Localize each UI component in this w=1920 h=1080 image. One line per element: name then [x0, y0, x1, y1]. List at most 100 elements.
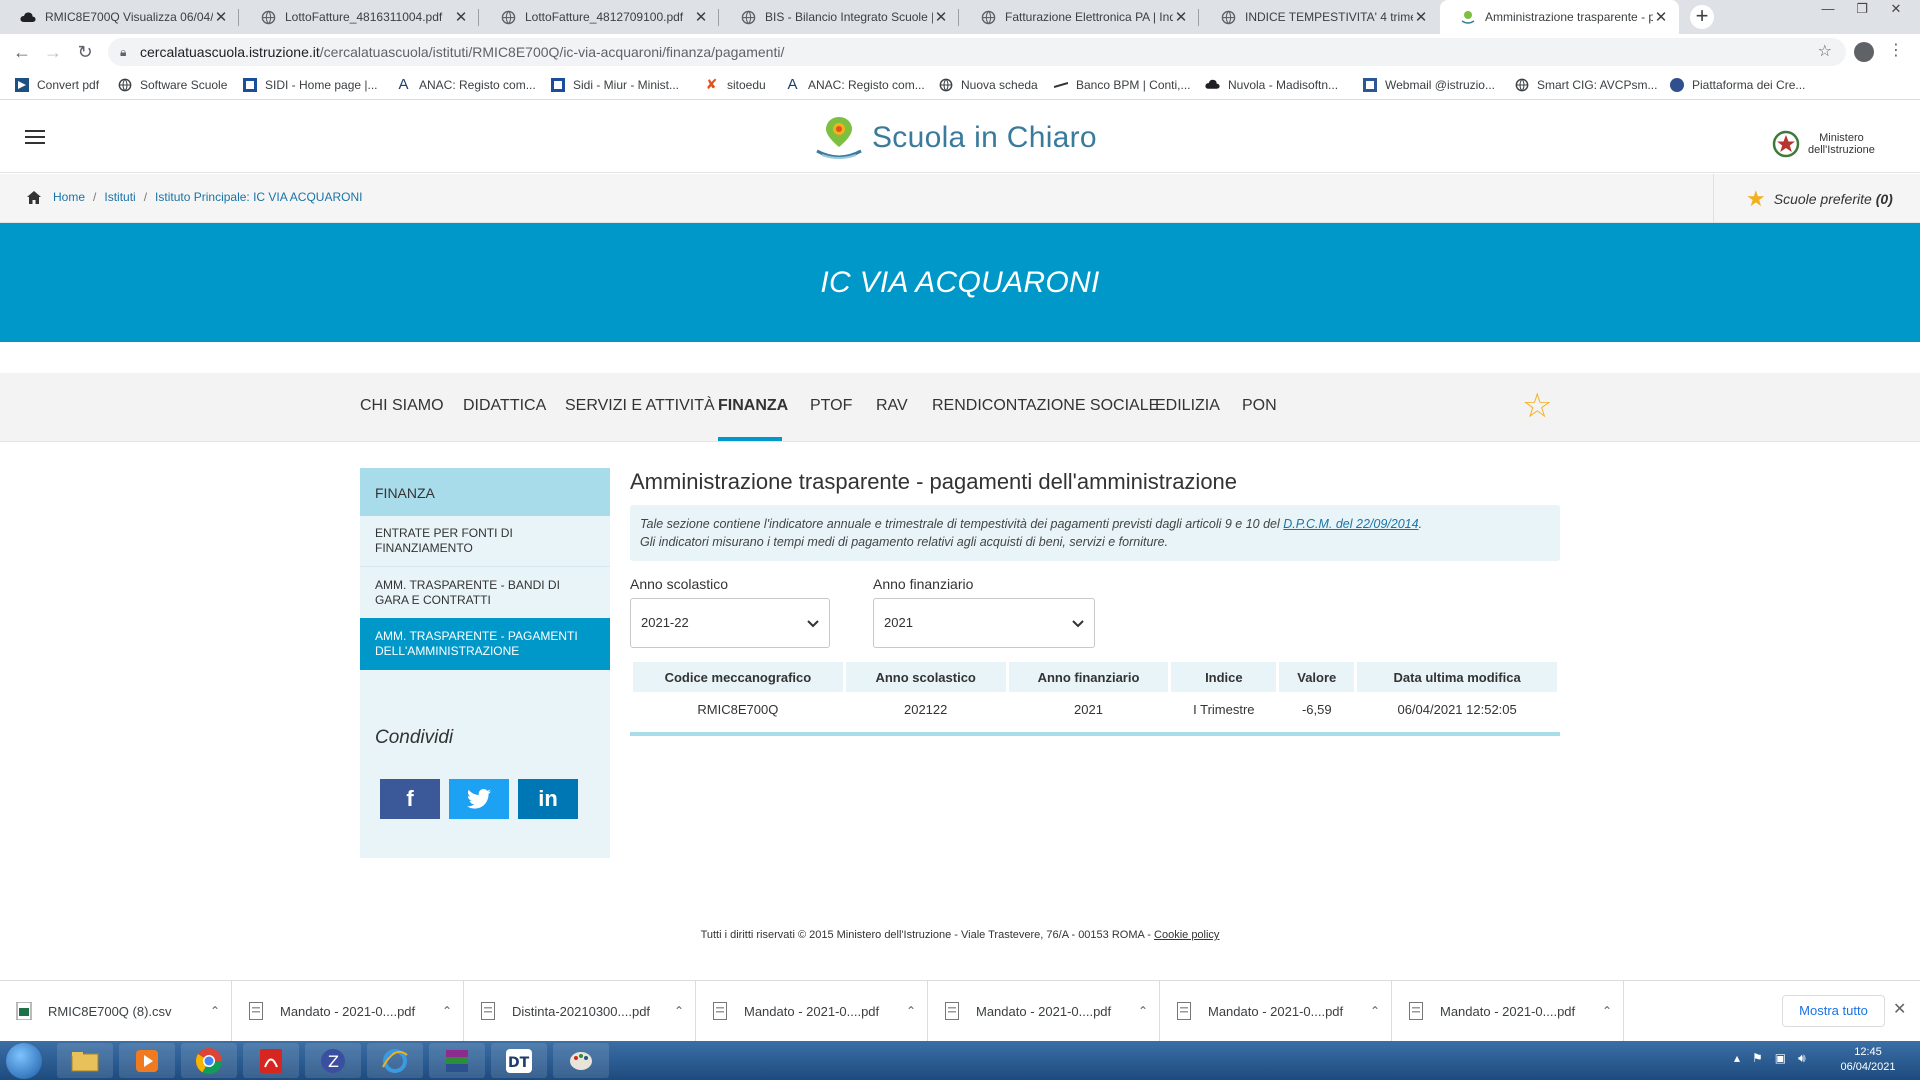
bookmark-item[interactable]: A ANAC: Registo com...	[396, 76, 535, 93]
tab-close-icon[interactable]: ✕	[933, 8, 949, 26]
back-icon[interactable]: ←	[10, 40, 34, 64]
bookmark-item[interactable]: Webmail @istruzio...	[1362, 77, 1495, 92]
dt-taskbar-icon[interactable]: DT	[491, 1043, 547, 1078]
nav-ptof[interactable]: PTOF	[810, 397, 852, 415]
tab-close-icon[interactable]: ✕	[1653, 8, 1669, 26]
bookmark-item[interactable]: Banco BPM | Conti,...	[1053, 77, 1191, 92]
linkedin-share-button[interactable]: in	[518, 779, 578, 819]
bookmark-item[interactable]: ✘ sitoedu	[704, 76, 766, 92]
nav-rav[interactable]: RAV	[876, 397, 908, 415]
chevron-up-icon[interactable]: ⌃	[442, 1004, 464, 1018]
tab-close-icon[interactable]: ✕	[693, 8, 709, 26]
anac-icon: A	[787, 76, 798, 93]
chevron-up-icon[interactable]: ⌃	[210, 1004, 232, 1018]
explorer-taskbar-icon[interactable]	[57, 1043, 113, 1078]
bookmark-item[interactable]: Nuvola - Madisoftn...	[1205, 77, 1338, 92]
bookmark-item[interactable]: Convert pdf	[14, 77, 99, 92]
sidebar-item-entrate[interactable]: ENTRATE PER FONTI DI FINANZIAMENTO	[360, 516, 610, 566]
bookmark-item[interactable]: SIDI - Home page |...	[242, 77, 378, 92]
home-icon[interactable]	[27, 190, 41, 204]
facebook-share-button[interactable]: f	[380, 779, 440, 819]
nav-rendicontazione-sociale[interactable]: RENDICONTAZIONE SOCIALE	[932, 397, 1159, 415]
bookmark-item[interactable]: Nuova scheda	[938, 77, 1038, 92]
paint-taskbar-icon[interactable]	[553, 1043, 609, 1078]
sidebar-item-pagamenti[interactable]: AMM. TRASPARENTE - PAGAMENTI DELL'AMMINI…	[360, 618, 610, 670]
chevron-up-icon[interactable]: ⌃	[1370, 1004, 1392, 1018]
download-item[interactable]: Mandato - 2021-0....pdf ⌃	[928, 981, 1160, 1041]
download-item[interactable]: Mandato - 2021-0....pdf ⌃	[1160, 981, 1392, 1041]
ie-taskbar-icon[interactable]	[367, 1043, 423, 1078]
chevron-up-icon[interactable]: ⌃	[906, 1004, 928, 1018]
chevron-up-icon[interactable]: ⌃	[1138, 1004, 1160, 1018]
tab-close-icon[interactable]: ✕	[453, 8, 469, 26]
acrobat-taskbar-icon[interactable]	[243, 1043, 299, 1078]
nav-finanza[interactable]: FINANZA	[718, 397, 788, 415]
nav-chi-siamo[interactable]: CHI SIAMO	[360, 397, 444, 415]
twitter-share-button[interactable]: t	[449, 779, 509, 819]
tab-close-icon[interactable]: ✕	[213, 8, 229, 26]
action-center-flag-icon[interactable]: ⚑	[1752, 1051, 1763, 1066]
bookmark-star-icon[interactable]: ☆	[1818, 38, 1832, 66]
browser-tab[interactable]: LottoFatture_4812709100.pdf ✕	[480, 0, 719, 34]
show-all-downloads-button[interactable]: Mostra tutto	[1782, 995, 1885, 1027]
download-item[interactable]: Mandato - 2021-0....pdf ⌃	[232, 981, 464, 1041]
bookmark-item[interactable]: Software Scuole	[117, 77, 227, 92]
start-button[interactable]	[6, 1043, 42, 1079]
reload-icon[interactable]: ↻	[73, 40, 97, 64]
media-player-taskbar-icon[interactable]	[119, 1043, 175, 1078]
chrome-taskbar-icon[interactable]	[181, 1043, 237, 1078]
nav-servizi-e-attivita[interactable]: SERVIZI E ATTIVITÀ	[565, 397, 715, 415]
url-input[interactable]: 🔒︎ cercalatuascuola.istruzione.it/cercal…	[108, 38, 1846, 66]
anno-scolastico-select[interactable]: 2021-22	[630, 598, 830, 648]
bookmark-item[interactable]: Sidi - Miur - Minist...	[550, 77, 679, 92]
browser-tab[interactable]: INDICE TEMPESTIVITA' 4 trimestr ✕	[1200, 0, 1439, 34]
taskbar-clock[interactable]: 12:45 06/04/2021	[1833, 1045, 1903, 1075]
close-download-shelf-icon[interactable]: ✕	[1893, 999, 1906, 1019]
breadcrumb-istituto[interactable]: Istituto Principale: IC VIA ACQUARONI	[155, 190, 362, 204]
forward-icon[interactable]: →	[41, 40, 65, 64]
download-item[interactable]: RMIC8E700Q (8).csv ⌃	[0, 981, 232, 1041]
download-filename: Mandato - 2021-0....pdf	[280, 1003, 416, 1019]
browser-tab[interactable]: BIS - Bilancio Integrato Scuole | ✕	[720, 0, 959, 34]
scuole-preferite-button[interactable]: ★ Scuole preferite (0)	[1713, 174, 1920, 223]
anno-finanziario-select[interactable]: 2021	[873, 598, 1095, 648]
cookie-policy-link[interactable]: Cookie policy	[1154, 929, 1219, 941]
favorite-star-icon[interactable]: ☆	[1522, 389, 1552, 423]
breadcrumb-istituti[interactable]: Istituti	[104, 190, 135, 204]
restore-icon[interactable]: ❐	[1846, 0, 1878, 20]
tab-close-icon[interactable]: ✕	[1413, 8, 1429, 26]
volume-icon[interactable]: 🔊︎	[1798, 1051, 1806, 1066]
nav-edilizia[interactable]: EDILIZIA	[1155, 397, 1220, 415]
breadcrumb-home[interactable]: Home	[53, 190, 85, 204]
browser-tab[interactable]: LottoFatture_4816311004.pdf ✕	[240, 0, 479, 34]
download-item[interactable]: Distinta-20210300....pdf ⌃	[464, 981, 696, 1041]
browser-tab[interactable]: RMIC8E700Q Visualizza 06/04/20 ✕	[0, 0, 239, 34]
sidebar-item-bandi-gara[interactable]: AMM. TRASPARENTE - BANDI DI GARA E CONTR…	[360, 566, 610, 618]
window-close-icon[interactable]: ✕	[1880, 0, 1912, 20]
tray-expand-icon[interactable]: ▴	[1734, 1051, 1740, 1066]
winrar-taskbar-icon[interactable]	[429, 1043, 485, 1078]
ministero-logo[interactable]: Ministero dell'Istruzione	[1772, 128, 1875, 160]
nav-didattica[interactable]: DIDATTICA	[463, 397, 546, 415]
download-item[interactable]: Mandato - 2021-0....pdf ⌃	[696, 981, 928, 1041]
table-header-row: Codice meccanografico Anno scolastico An…	[633, 662, 1557, 692]
chevron-up-icon[interactable]: ⌃	[674, 1004, 696, 1018]
dpcm-link[interactable]: D.P.C.M. del 22/09/2014	[1283, 517, 1418, 531]
app-z-taskbar-icon[interactable]: Z	[305, 1043, 361, 1078]
new-tab-button[interactable]: +	[1690, 5, 1714, 29]
tab-close-icon[interactable]: ✕	[1173, 8, 1189, 26]
bookmark-item[interactable]: A ANAC: Registo com...	[785, 76, 924, 93]
bookmark-item[interactable]: Piattaforma dei Cre...	[1669, 77, 1805, 92]
network-icon[interactable]: ▣	[1775, 1051, 1786, 1066]
browser-menu-icon[interactable]: ⋮	[1888, 40, 1904, 60]
hamburger-menu-icon[interactable]	[25, 130, 45, 148]
nav-pon[interactable]: PON	[1242, 397, 1277, 415]
browser-tab[interactable]: Fatturazione Elettronica PA | Indi ✕	[960, 0, 1199, 34]
download-item[interactable]: Mandato - 2021-0....pdf ⌃	[1392, 981, 1624, 1041]
scuola-in-chiaro-logo[interactable]: Scuola in Chiaro	[814, 115, 1097, 161]
bookmark-item[interactable]: Smart CIG: AVCPsm...	[1514, 77, 1657, 92]
browser-tab-active[interactable]: Amministrazione trasparente - p ✕	[1440, 0, 1679, 34]
minimize-icon[interactable]: ―	[1812, 0, 1844, 20]
chevron-up-icon[interactable]: ⌃	[1602, 1004, 1624, 1018]
profile-avatar-icon[interactable]	[1854, 42, 1874, 62]
